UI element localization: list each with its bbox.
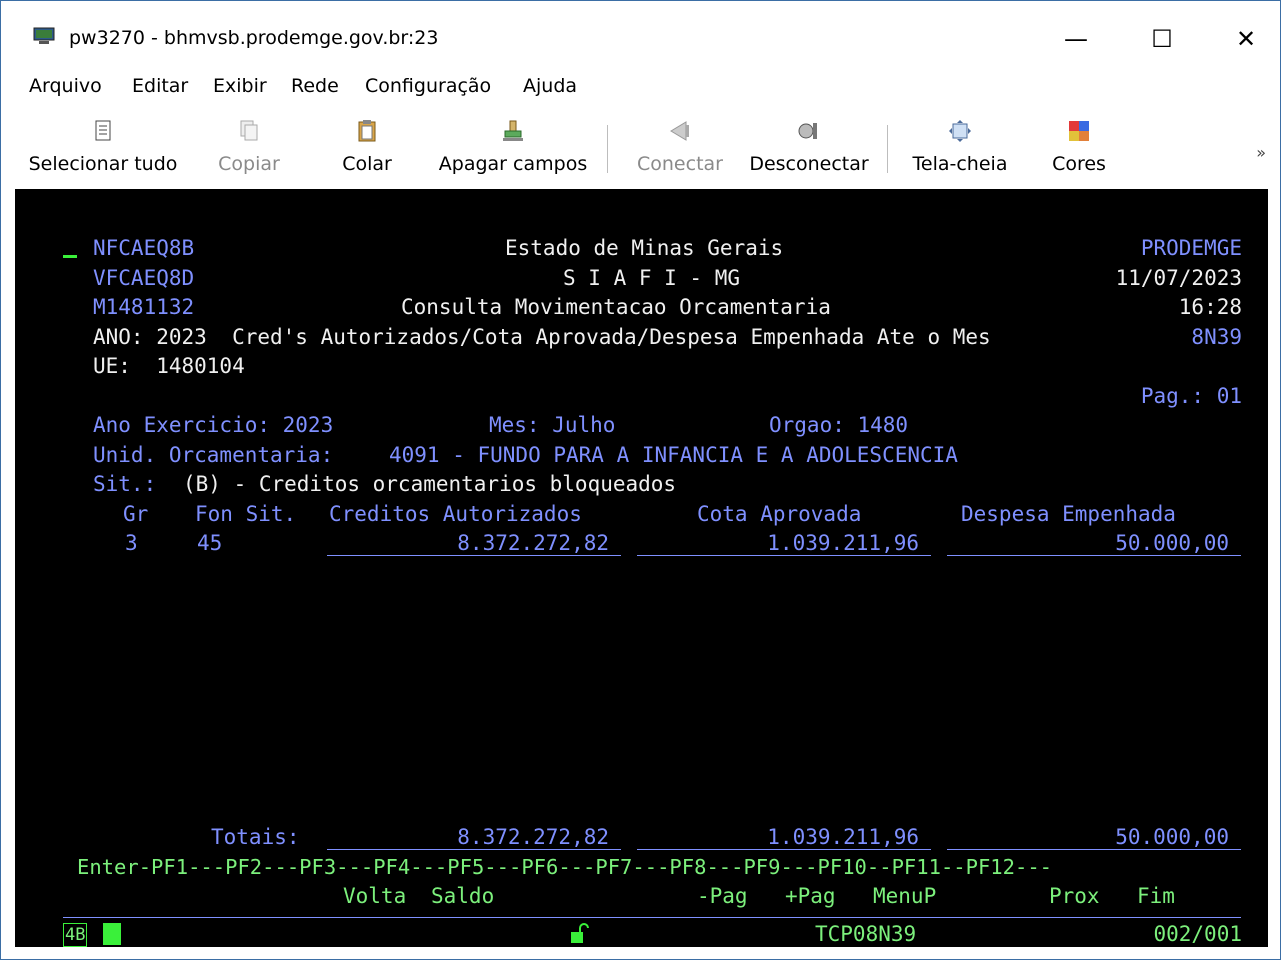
terminal-app-icon: [33, 27, 55, 44]
col-fon-sit: Fon Sit.: [195, 502, 297, 526]
col-cota: Cota Aprovada: [697, 502, 862, 526]
ano-exercicio: Ano Exercicio: 2023: [93, 413, 334, 437]
minimize-button[interactable]: —: [1053, 19, 1099, 59]
mes: Mes: Julho: [489, 413, 616, 437]
fullscreen-label: Tela-cheia: [912, 153, 1008, 175]
sit-value: (B) - Creditos orcamentarios bloqueados: [183, 472, 677, 496]
toolbar-overflow-button[interactable]: »: [1256, 143, 1266, 162]
toolbar-separator: [607, 125, 608, 173]
toolbar: Selecionar tudo Copiar Colar Apagar camp…: [1, 113, 1280, 189]
status-divider: [63, 917, 1241, 918]
fullscreen-icon: [949, 120, 971, 142]
menu-exibir[interactable]: Exibir: [213, 75, 267, 97]
pf3-volta[interactable]: Volta: [343, 884, 406, 908]
row-creditos-field[interactable]: 8.372.272,82: [327, 531, 621, 556]
pf8-pag-plus[interactable]: +Pag: [785, 884, 836, 908]
fullscreen-button[interactable]: Tela-cheia: [907, 113, 1013, 189]
title-bar[interactable]: pw3270 - bhmvsb.prodemge.gov.br:23 — ☐ ✕: [1, 1, 1280, 69]
unlock-icon: [571, 923, 589, 943]
ano-line: ANO: 2023 Cred's Autorizados/Cota Aprova…: [93, 325, 991, 349]
close-button[interactable]: ✕: [1223, 19, 1269, 59]
program-id-2: VFCAEQ8D: [93, 266, 195, 290]
paste-icon: [358, 120, 376, 142]
toolbar-separator: [887, 125, 888, 173]
company-name: PRODEMGE: [1140, 236, 1242, 260]
system-title: S I A F I - MG: [563, 266, 741, 290]
app-window: pw3270 - bhmvsb.prodemge.gov.br:23 — ☐ ✕…: [0, 0, 1281, 960]
unid-value: 4091 - FUNDO PARA A INFANCIA E A ADOLESC…: [389, 443, 958, 467]
cursor-position: 002/001: [1153, 922, 1242, 946]
org-title: Estado de Minas Gerais: [505, 236, 784, 260]
row-fon: 45: [197, 531, 223, 555]
orgao: Orgao: 1480: [769, 413, 909, 437]
copy-icon: [240, 120, 258, 141]
clear-fields-label: Apagar campos: [438, 153, 588, 175]
connect-icon: [670, 121, 689, 141]
total-creditos-field: 8.372.272,82: [327, 825, 621, 850]
pf-key-line: Enter-PF1---PF2---PF3---PF4---PF5---PF6-…: [77, 855, 1053, 879]
total-despesa-field: 50.000,00: [947, 825, 1241, 850]
unid-label: Unid. Orcamentaria:: [93, 443, 334, 467]
col-despesa: Despesa Empenhada: [961, 502, 1176, 526]
pf4-saldo[interactable]: Saldo: [431, 884, 494, 908]
total-cota-field: 1.039.211,96: [637, 825, 931, 850]
paste-label: Colar: [342, 153, 392, 175]
select-all-label: Selecionar tudo: [28, 153, 178, 175]
program-id-1: NFCAEQ8B: [93, 236, 195, 260]
ue-line: UE: 1480104: [93, 354, 245, 378]
eraser-icon: [503, 120, 523, 141]
menu-bar: Arquivo Editar Exibir Rede Configuração …: [1, 71, 1280, 107]
clear-fields-button[interactable]: Apagar campos: [433, 113, 593, 189]
select-all-icon: [95, 120, 111, 141]
pf9-menup[interactable]: MenuP: [873, 884, 936, 908]
select-all-button[interactable]: Selecionar tudo: [25, 113, 181, 189]
pf7-pag-minus[interactable]: -Pag: [697, 884, 748, 908]
colors-icon: [1069, 121, 1089, 141]
col-gr: Gr: [123, 502, 149, 526]
menu-configuracao[interactable]: Configuração: [365, 75, 491, 97]
copy-button[interactable]: Copiar: [211, 113, 287, 189]
row-despesa-field[interactable]: 50.000,00: [947, 531, 1241, 556]
terminal-id: TCP08N39: [815, 922, 917, 946]
menu-arquivo[interactable]: Arquivo: [29, 75, 102, 97]
window-title: pw3270 - bhmvsb.prodemge.gov.br:23: [69, 27, 439, 49]
colors-label: Cores: [1052, 153, 1106, 175]
screen-title: Consulta Movimentacao Orcamentaria: [401, 295, 831, 319]
date: 11/07/2023: [1115, 266, 1242, 290]
copy-label: Copiar: [218, 153, 280, 175]
status-indicator-text: 4B: [63, 923, 88, 947]
row-cota-field[interactable]: 1.039.211,96: [637, 531, 931, 556]
sit-label: Sit.:: [93, 472, 157, 496]
menu-ajuda[interactable]: Ajuda: [523, 75, 577, 97]
connect-button[interactable]: Conectar: [633, 113, 727, 189]
disconnect-icon: [798, 123, 817, 139]
colors-button[interactable]: Cores: [1047, 113, 1111, 189]
status-indicator: 4B: [63, 923, 123, 947]
disconnect-button[interactable]: Desconectar: [747, 113, 871, 189]
terminal-cursor: [63, 255, 77, 258]
disconnect-label: Desconectar: [749, 153, 869, 175]
status-block: [103, 923, 121, 945]
col-creditos: Creditos Autorizados: [329, 502, 582, 526]
connect-label: Conectar: [637, 153, 723, 175]
terminal-screen[interactable]: NFCAEQ8B VFCAEQ8D M1481132 Estado de Min…: [15, 189, 1268, 947]
totals-label: Totais:: [211, 825, 300, 849]
pf12-fim[interactable]: Fim: [1137, 884, 1175, 908]
paste-button[interactable]: Colar: [335, 113, 399, 189]
row-gr: 3: [125, 531, 138, 555]
menu-rede[interactable]: Rede: [291, 75, 339, 97]
user-id: M1481132: [93, 295, 195, 319]
pf11-prox[interactable]: Prox: [1049, 884, 1100, 908]
time: 16:28: [1178, 295, 1242, 319]
screen-code: 8N39: [1191, 325, 1242, 349]
menu-editar[interactable]: Editar: [132, 75, 188, 97]
maximize-button[interactable]: ☐: [1139, 19, 1185, 59]
page-number: Pag.: 01: [1140, 384, 1242, 408]
